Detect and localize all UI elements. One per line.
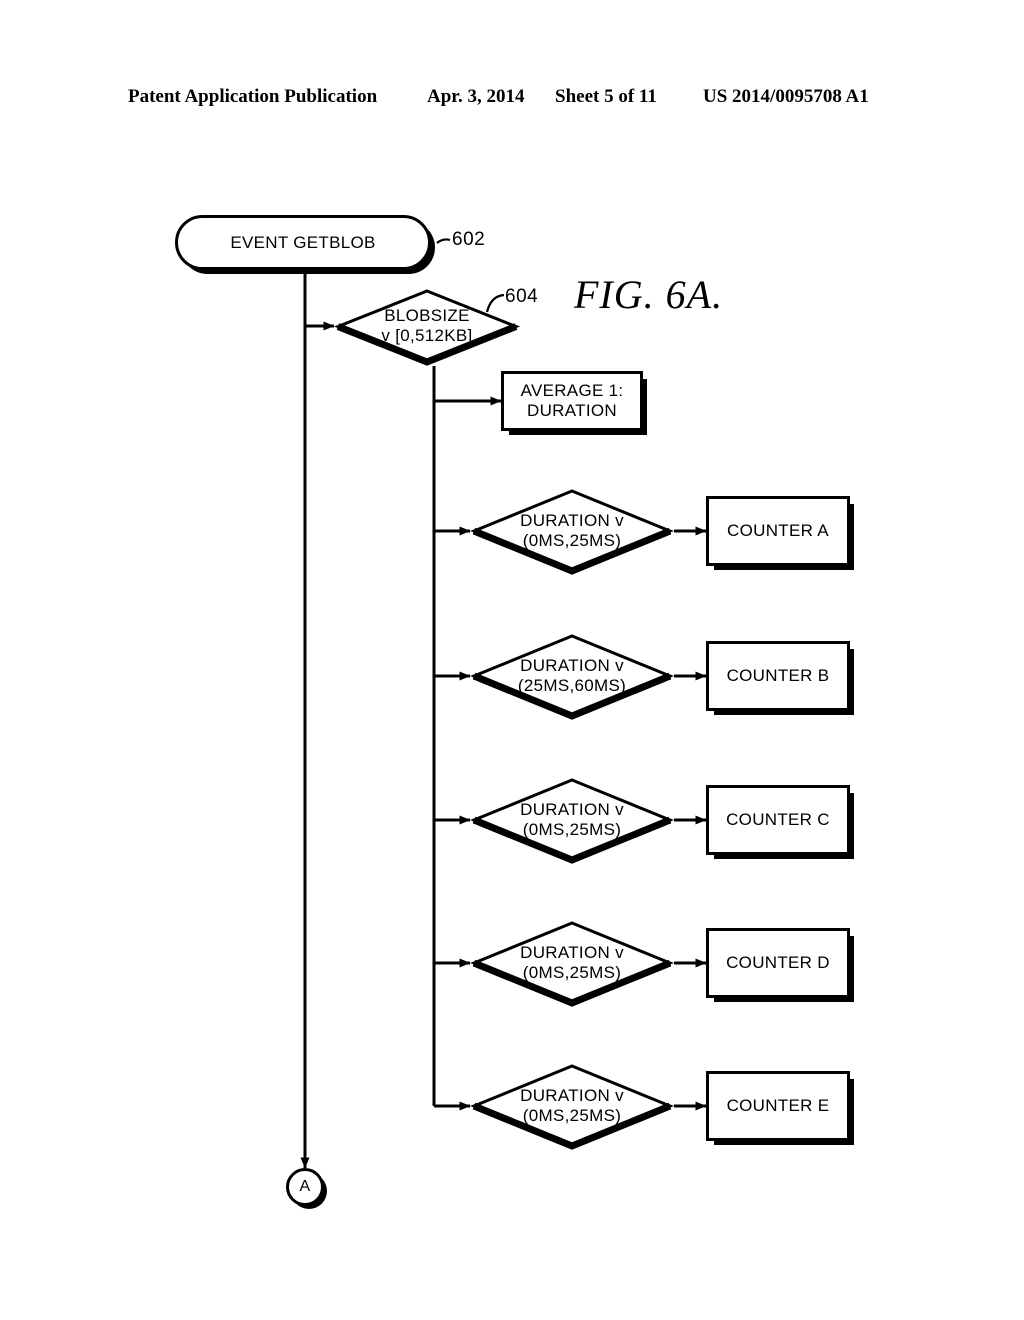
reference-numeral-602: 602 (452, 229, 486, 250)
node-duration-decision-c[interactable] (470, 776, 674, 864)
reference-numeral-604: 604 (505, 286, 539, 307)
node-counter-e[interactable] (706, 1071, 850, 1141)
node-counter-d[interactable] (706, 928, 850, 998)
connector-circle-a[interactable] (286, 1168, 324, 1206)
header-publication-title: Patent Application Publication (128, 86, 378, 107)
node-duration-decision-b[interactable] (470, 632, 674, 720)
figure-caption: FIG. 6A. (574, 272, 724, 317)
patent-figure-page: Patent Application Publication Apr. 3, 2… (0, 0, 1024, 1320)
node-duration-decision-a[interactable] (470, 487, 674, 575)
node-counter-c[interactable] (706, 785, 850, 855)
header-patent-number: US 2014/0095708 A1 (703, 86, 869, 107)
header-publication-date: Apr. 3, 2014 (427, 86, 525, 107)
header-sheet-number: Sheet 5 of 11 (555, 86, 657, 107)
node-event-getblob[interactable] (175, 215, 431, 270)
node-counter-b[interactable] (706, 641, 850, 711)
node-duration-decision-e[interactable] (470, 1062, 674, 1150)
page-header: Patent Application Publication Apr. 3, 2… (0, 86, 1024, 116)
node-blobsize-decision[interactable] (333, 287, 521, 366)
node-duration-decision-d[interactable] (470, 919, 674, 1007)
node-counter-a[interactable] (706, 496, 850, 566)
node-average-duration[interactable] (501, 371, 643, 431)
